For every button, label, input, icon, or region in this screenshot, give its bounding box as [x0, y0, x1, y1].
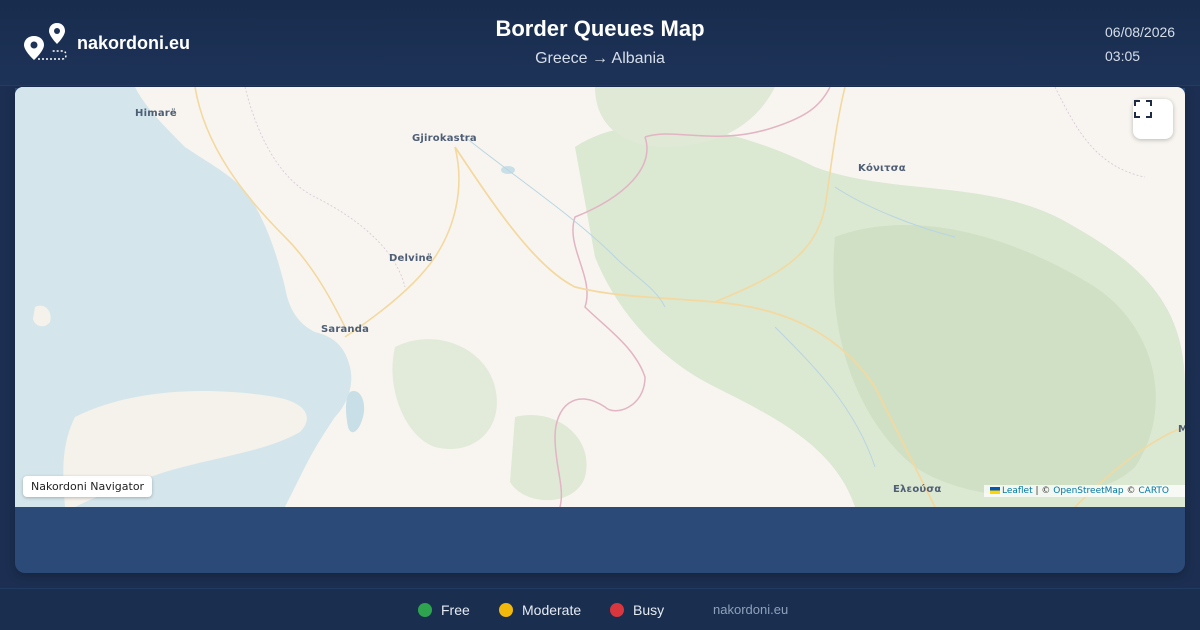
ukraine-flag-icon: [989, 487, 1000, 494]
current-date: 06/08/2026: [1105, 24, 1176, 40]
place-label-eleousa: Ελεούσα: [893, 484, 942, 495]
legend-moderate: Moderate: [499, 602, 581, 618]
place-label-saranda: Saranda: [321, 324, 370, 335]
legend-free: Free: [418, 602, 470, 618]
map-attribution: Leaflet | © OpenStreetMap © CARTO: [983, 485, 1185, 497]
legend-dot-free-icon: [418, 603, 432, 617]
header: nakordoni.eu Border Queues Map Greece → …: [0, 0, 1200, 86]
legend-busy: Busy: [610, 602, 664, 618]
navigator-badge[interactable]: Nakordoni Navigator: [23, 476, 153, 497]
legend-dot-moderate-icon: [499, 603, 513, 617]
route-subtitle: Greece → Albania: [535, 50, 665, 67]
map-view[interactable]: Himarë Gjirokastra Κόνιτσα Delvinë Saran…: [15, 87, 1185, 507]
place-label-edge: M: [1178, 424, 1185, 435]
carto-link[interactable]: CARTO: [1138, 486, 1169, 496]
footer: Free Moderate Busy nakordoni.eu: [0, 588, 1200, 630]
place-label-konitsa: Κόνιτσα: [858, 163, 906, 174]
leaflet-link[interactable]: Leaflet: [1002, 486, 1033, 496]
fullscreen-button[interactable]: [1133, 99, 1173, 139]
legend-label-moderate: Moderate: [522, 602, 582, 618]
place-label-himare: Himarë: [135, 108, 177, 119]
fullscreen-icon: [1134, 100, 1152, 118]
openstreetmap-link[interactable]: OpenStreetMap: [1053, 486, 1123, 496]
legend-label-busy: Busy: [633, 602, 665, 618]
footer-site-link[interactable]: nakordoni.eu: [713, 602, 788, 617]
current-time: 03:05: [1105, 48, 1141, 64]
legend-dot-busy-icon: [610, 603, 624, 617]
legend-label-free: Free: [441, 602, 470, 618]
place-label-gjirokastra: Gjirokastra: [412, 133, 477, 144]
place-label-delvine: Delvinë: [389, 253, 433, 264]
map-tiles: [15, 87, 1185, 507]
page-title: Border Queues Map: [495, 16, 705, 41]
